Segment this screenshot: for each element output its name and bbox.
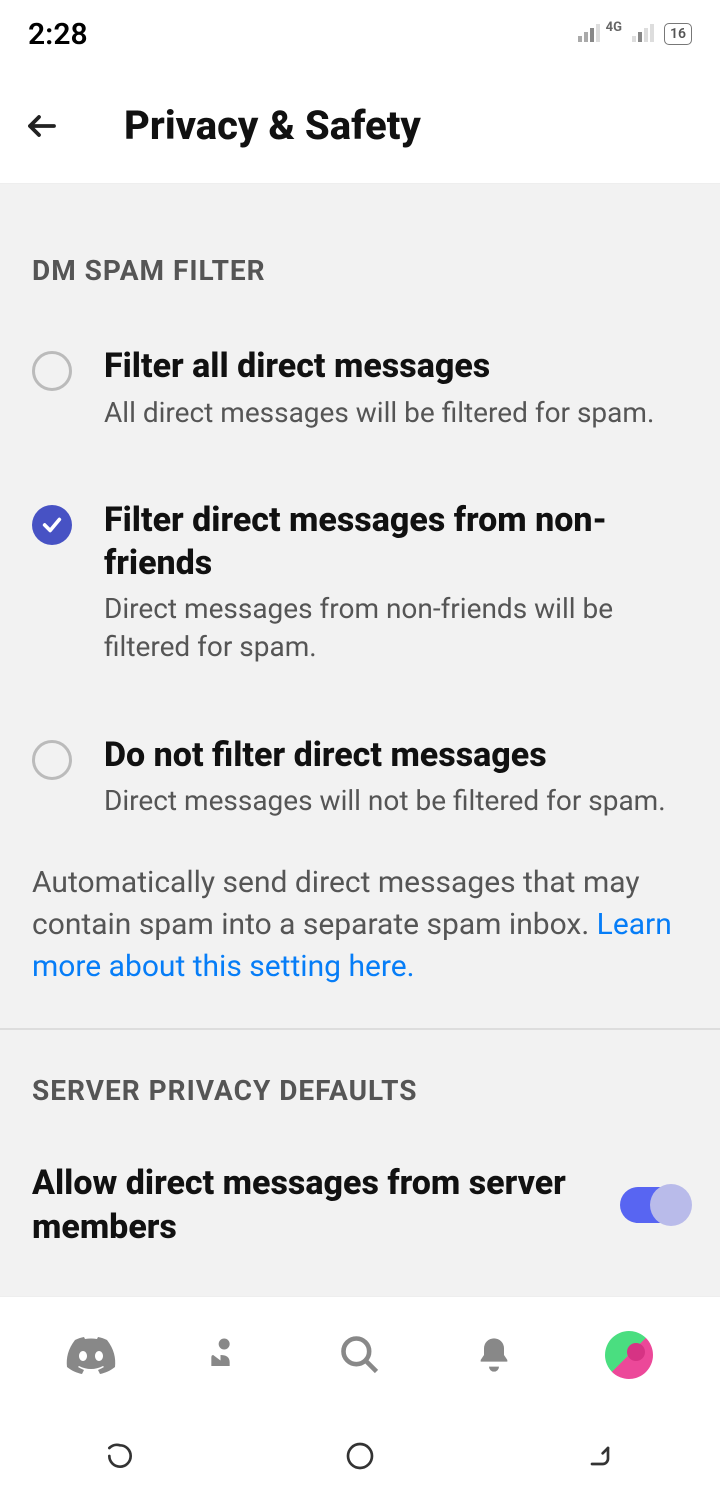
recent-apps-button[interactable] bbox=[100, 1436, 140, 1476]
dm-filter-footer: Automatically send direct messages that … bbox=[0, 854, 720, 1028]
option-desc: All direct messages will be filtered for… bbox=[104, 394, 688, 432]
radio-unchecked-icon bbox=[32, 740, 72, 780]
system-nav bbox=[0, 1412, 720, 1500]
status-indicators: 4G 16 bbox=[578, 22, 692, 47]
battery-icon: 16 bbox=[664, 23, 692, 45]
radio-checked-icon bbox=[32, 505, 72, 545]
allow-dm-label: Allow direct messages from server member… bbox=[32, 1161, 620, 1249]
nav-friends[interactable] bbox=[198, 1327, 254, 1383]
nav-search[interactable] bbox=[332, 1327, 388, 1383]
option-desc: Direct messages from non-friends will be… bbox=[104, 590, 688, 666]
avatar-icon bbox=[605, 1331, 653, 1379]
option-title: Filter direct messages from non-friends bbox=[104, 499, 688, 584]
page-header: Privacy & Safety bbox=[0, 68, 720, 184]
allow-dm-toggle[interactable] bbox=[620, 1187, 688, 1223]
filter-option-none[interactable]: Do not filter direct messages Direct mes… bbox=[0, 700, 720, 854]
nav-notifications[interactable] bbox=[466, 1327, 522, 1383]
page-title: Privacy & Safety bbox=[124, 102, 421, 149]
option-desc: Direct messages will not be filtered for… bbox=[104, 782, 688, 820]
dm-spam-filter-label: DM SPAM FILTER bbox=[0, 184, 720, 311]
wifi-signal-icon bbox=[632, 22, 654, 47]
nav-home[interactable] bbox=[63, 1327, 119, 1383]
settings-content: DM SPAM FILTER Filter all direct message… bbox=[0, 184, 720, 1296]
network-type: 4G bbox=[606, 20, 622, 35]
search-icon bbox=[338, 1333, 382, 1377]
option-title: Do not filter direct messages bbox=[104, 734, 688, 777]
radio-unchecked-icon bbox=[32, 351, 72, 391]
server-privacy-label: SERVER PRIVACY DEFAULTS bbox=[0, 1030, 720, 1131]
allow-dm-row[interactable]: Allow direct messages from server member… bbox=[0, 1131, 720, 1279]
filter-option-non-friends[interactable]: Filter direct messages from non-friends … bbox=[0, 465, 720, 700]
discord-icon bbox=[66, 1336, 116, 1374]
filter-option-all[interactable]: Filter all direct messages All direct me… bbox=[0, 311, 720, 465]
back-system-button[interactable] bbox=[580, 1436, 620, 1476]
option-title: Filter all direct messages bbox=[104, 345, 688, 388]
bottom-nav bbox=[0, 1296, 720, 1412]
toggle-knob bbox=[650, 1184, 692, 1226]
home-button[interactable] bbox=[340, 1436, 380, 1476]
signal-icon bbox=[578, 22, 600, 47]
status-bar: 2:28 4G 16 bbox=[0, 0, 720, 68]
status-time: 2:28 bbox=[28, 17, 88, 52]
bell-icon bbox=[474, 1335, 514, 1375]
footer-text: Automatically send direct messages that … bbox=[32, 865, 640, 942]
nav-profile[interactable] bbox=[601, 1327, 657, 1383]
back-button[interactable] bbox=[20, 104, 64, 148]
friends-icon bbox=[204, 1333, 248, 1377]
